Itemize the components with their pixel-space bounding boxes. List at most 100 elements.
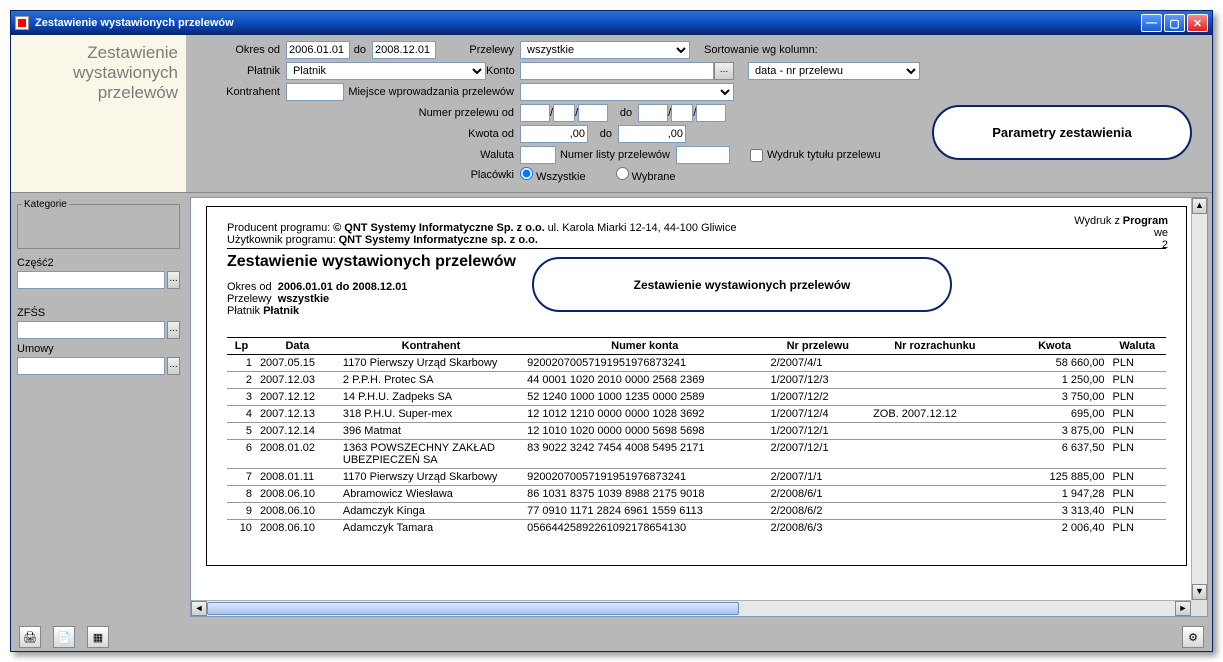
table-row[interactable]: 82008.06.10Abramowicz Wiesława86 1031 83… [227, 486, 1166, 503]
konto-lookup-button[interactable]: ... [714, 62, 734, 80]
czesc2-input[interactable] [17, 271, 165, 289]
numer-do-1[interactable] [638, 104, 668, 122]
col-header: Kwota [1001, 338, 1109, 355]
kwota-od-input[interactable] [520, 125, 588, 143]
okres-od-label: Okres od [196, 44, 286, 56]
settings-icon[interactable]: ⚙ [1182, 626, 1204, 648]
export-icon[interactable]: 📄 [53, 626, 75, 648]
print-icon[interactable]: 🖨 [19, 626, 41, 648]
umowy-input[interactable] [17, 357, 165, 375]
report-bubble: Zestawienie wystawionych przelewów [532, 257, 952, 312]
placowki-all-radio[interactable]: Wszystkie [520, 167, 586, 183]
waluta-input[interactable] [520, 146, 556, 164]
scroll-up-icon[interactable]: ▲ [1192, 198, 1207, 214]
kwota-do-input[interactable] [618, 125, 686, 143]
maximize-button[interactable]: ▢ [1164, 14, 1185, 32]
table-row[interactable]: 52007.12.14396 Matmat12 1010 1020 0000 0… [227, 423, 1166, 440]
zfss-input[interactable] [17, 321, 165, 339]
col-header: Nr rozrachunku [869, 338, 1001, 355]
konto-label: Konto [486, 65, 520, 77]
report-viewport: Wydruk z Program we 2 Producent programu… [190, 197, 1208, 617]
table-row[interactable]: 102008.06.10Adamczyk Tamara0566442589226… [227, 520, 1166, 537]
window-title: Zestawienie wystawionych przelewów [35, 17, 1141, 29]
table-row[interactable]: 12007.05.151170 Pierwszy Urząd Skarbowy9… [227, 355, 1166, 372]
umowy-label: Umowy [17, 343, 180, 355]
page-title-line3: przelewów [19, 83, 178, 103]
scroll-thumb[interactable] [207, 602, 739, 615]
kategorie-group: Kategorie [17, 199, 180, 249]
page-title-line2: wystawionych [19, 63, 178, 83]
miejsce-label: Miejsce wprowadzania przelewów [344, 86, 520, 98]
grid-icon[interactable]: ▦ [87, 626, 109, 648]
czesc2-label: Część2 [17, 257, 180, 269]
placowki-sel-radio[interactable]: Wybrane [616, 167, 676, 183]
numer-od-1[interactable] [520, 104, 550, 122]
kontrahent-input[interactable] [286, 83, 344, 101]
table-row[interactable]: 62008.01.021363 POWSZECHNY ZAKŁAD UBEZPI… [227, 440, 1166, 469]
col-header: Data [256, 338, 339, 355]
okres-od-input[interactable] [286, 41, 350, 59]
zfss-label: ZFŚS [17, 307, 180, 319]
sort-label: Sortowanie wg kolumn: [704, 44, 818, 56]
do-label: do [350, 44, 372, 56]
app-icon [15, 16, 29, 30]
col-header: Kontrahent [339, 338, 523, 355]
bottom-toolbar: 🖨 📄 ▦ ⚙ [11, 621, 1212, 653]
okres-do-input[interactable] [372, 41, 436, 59]
producer-line: Producent programu: © QNT Systemy Inform… [227, 222, 1166, 234]
filters-panel: Parametry zestawienia Okres od do Przele… [186, 35, 1212, 192]
scroll-corner [1191, 600, 1207, 616]
table-row[interactable]: 42007.12.13318 P.H.U. Super-mex12 1012 1… [227, 406, 1166, 423]
kontrahent-label: Kontrahent [196, 86, 286, 98]
report-table: LpDataKontrahentNumer kontaNr przelewuNr… [227, 337, 1166, 536]
numer-do-label: do [608, 107, 638, 119]
scroll-left-icon[interactable]: ◄ [191, 601, 207, 616]
sort-select[interactable]: data - nr przelewu [748, 62, 920, 80]
waluta-label: Waluta [196, 149, 520, 161]
params-bubble: Parametry zestawienia [932, 105, 1192, 160]
konto-input[interactable] [520, 62, 714, 80]
kategorie-label: Kategorie [22, 199, 69, 210]
report-sheet: Wydruk z Program we 2 Producent programu… [206, 206, 1187, 566]
col-header: Numer konta [523, 338, 766, 355]
platnik-label: Płatnik [196, 65, 286, 77]
kwota-do-label: do [588, 128, 618, 140]
col-header: Waluta [1109, 338, 1166, 355]
numer-do-3[interactable] [696, 104, 726, 122]
numer-od-3[interactable] [578, 104, 608, 122]
wydruk-checkbox[interactable] [750, 149, 763, 162]
user-line: Użytkownik programu: QNT Systemy Informa… [227, 234, 1166, 246]
table-row[interactable]: 22007.12.032 P.P.H. Protec SA44 0001 102… [227, 372, 1166, 389]
scroll-down-icon[interactable]: ▼ [1192, 584, 1207, 600]
col-header: Nr przelewu [766, 338, 869, 355]
table-row[interactable]: 72008.01.111170 Pierwszy Urząd Skarbowy9… [227, 469, 1166, 486]
kwota-od-label: Kwota od [196, 128, 520, 140]
table-row[interactable]: 32007.12.1214 P.H.U. Zadpeks SA52 1240 1… [227, 389, 1166, 406]
miejsce-select[interactable] [520, 83, 734, 101]
przelewy-select[interactable]: wszystkie [520, 41, 690, 59]
umowy-lookup-button[interactable]: ... [167, 357, 180, 375]
page-title-line1: Zestawienie [19, 43, 178, 63]
scroll-right-icon[interactable]: ► [1175, 601, 1191, 616]
table-row[interactable]: 92008.06.10Adamczyk Kinga77 0910 1171 28… [227, 503, 1166, 520]
lista-label: Numer listy przelewów [556, 149, 676, 161]
vertical-scrollbar[interactable]: ▲ ▼ [1191, 198, 1207, 600]
left-header: Zestawienie wystawionych przelewów [11, 35, 186, 192]
zfss-lookup-button[interactable]: ... [167, 321, 180, 339]
minimize-button[interactable]: — [1141, 14, 1162, 32]
platnik-select[interactable]: Platnik [286, 62, 486, 80]
print-from: Wydruk z Program we 2 [1074, 215, 1168, 251]
placowki-label: Placówki [196, 169, 520, 181]
horizontal-scrollbar[interactable]: ◄ ► [191, 600, 1191, 616]
przelewy-label: Przelewy [436, 44, 520, 56]
col-header: Lp [227, 338, 256, 355]
numer-do-2[interactable] [671, 104, 693, 122]
czesc2-lookup-button[interactable]: ... [167, 271, 180, 289]
numer-od-2[interactable] [553, 104, 575, 122]
titlebar[interactable]: Zestawienie wystawionych przelewów — ▢ ✕ [11, 11, 1212, 35]
numer-od-label: Numer przelewu od [196, 107, 520, 119]
wydruk-label: Wydruk tytułu przelewu [767, 149, 881, 161]
lista-input[interactable] [676, 146, 730, 164]
app-window: Zestawienie wystawionych przelewów — ▢ ✕… [10, 10, 1213, 652]
close-button[interactable]: ✕ [1187, 14, 1208, 32]
